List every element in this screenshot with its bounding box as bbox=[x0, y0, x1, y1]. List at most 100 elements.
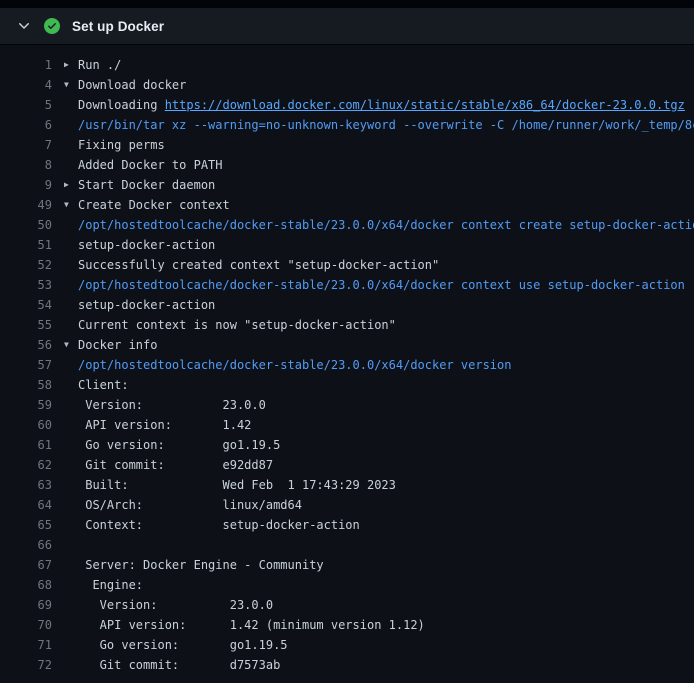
line-number[interactable]: 60 bbox=[0, 415, 52, 435]
group-arrow-spacer bbox=[64, 415, 78, 435]
log-row: 52Successfully created context "setup-do… bbox=[0, 255, 694, 275]
group-arrow-spacer bbox=[64, 535, 78, 555]
log-plain-text: setup-docker-action bbox=[78, 238, 215, 252]
line-number[interactable]: 68 bbox=[0, 575, 52, 595]
line-number[interactable]: 54 bbox=[0, 295, 52, 315]
log-row: 7 Fixing perms bbox=[0, 135, 694, 155]
log-text: Docker info bbox=[78, 335, 157, 355]
line-number[interactable]: 1 bbox=[0, 55, 52, 75]
log-text: Server: Docker Engine - Community bbox=[78, 555, 324, 575]
line-number[interactable]: 9 bbox=[0, 175, 52, 195]
log-text: Added Docker to PATH bbox=[78, 155, 223, 175]
log-text: /opt/hostedtoolcache/docker-stable/23.0.… bbox=[78, 355, 511, 375]
step-title: Set up Docker bbox=[72, 19, 164, 34]
log-plain-text: OS/Arch: linux/amd64 bbox=[78, 498, 302, 512]
log-text: Run ./ bbox=[78, 55, 121, 75]
line-number[interactable]: 52 bbox=[0, 255, 52, 275]
log-row: 66 bbox=[0, 535, 694, 555]
step-header[interactable]: Set up Docker bbox=[0, 8, 694, 45]
log-row: 62 Git commit: e92dd87 bbox=[0, 455, 694, 475]
log-text: /usr/bin/tar xz --warning=no-unknown-key… bbox=[78, 115, 694, 135]
line-number[interactable]: 6 bbox=[0, 115, 52, 135]
line-number[interactable]: 69 bbox=[0, 595, 52, 615]
group-arrow-spacer bbox=[64, 615, 78, 635]
log-row: 63 Built: Wed Feb 1 17:43:29 2023 bbox=[0, 475, 694, 495]
log-text: OS/Arch: linux/amd64 bbox=[78, 495, 302, 515]
log-plain-text: Docker info bbox=[78, 338, 157, 352]
log-row: 72 Git commit: d7573ab bbox=[0, 655, 694, 675]
line-number[interactable]: 7 bbox=[0, 135, 52, 155]
line-number[interactable]: 65 bbox=[0, 515, 52, 535]
log-text: Create Docker context bbox=[78, 195, 230, 215]
log-plain-text: API version: 1.42 (minimum version 1.12) bbox=[78, 618, 425, 632]
log-plain-text: Downloading bbox=[78, 98, 165, 112]
log-row: 64 OS/Arch: linux/amd64 bbox=[0, 495, 694, 515]
line-number[interactable]: 72 bbox=[0, 655, 52, 675]
log-text: API version: 1.42 (minimum version 1.12) bbox=[78, 615, 425, 635]
log-text: API version: 1.42 bbox=[78, 415, 251, 435]
line-number[interactable]: 63 bbox=[0, 475, 52, 495]
line-number[interactable]: 49 bbox=[0, 195, 52, 215]
line-number[interactable]: 61 bbox=[0, 435, 52, 455]
log-text: Client: bbox=[78, 375, 129, 395]
log-text: Git commit: d7573ab bbox=[78, 655, 280, 675]
log-text: Download docker bbox=[78, 75, 186, 95]
line-number[interactable]: 64 bbox=[0, 495, 52, 515]
group-arrow-spacer bbox=[64, 95, 78, 115]
log-text: Context: setup-docker-action bbox=[78, 515, 360, 535]
line-number[interactable]: 67 bbox=[0, 555, 52, 575]
group-arrow-spacer bbox=[64, 495, 78, 515]
line-number[interactable]: 62 bbox=[0, 455, 52, 475]
group-arrow-spacer bbox=[64, 235, 78, 255]
group-expanded-icon[interactable]: ▼ bbox=[64, 75, 78, 95]
line-number[interactable]: 51 bbox=[0, 235, 52, 255]
log-command-text: /opt/hostedtoolcache/docker-stable/23.0.… bbox=[78, 218, 694, 232]
log-text: Go version: go1.19.5 bbox=[78, 435, 280, 455]
log-row: 9▶Start Docker daemon bbox=[0, 175, 694, 195]
log-lines: 1▶Run ./4▼Download docker5Downloading ht… bbox=[0, 55, 694, 675]
log-plain-text: setup-docker-action bbox=[78, 298, 215, 312]
log-text: setup-docker-action bbox=[78, 235, 215, 255]
line-number[interactable]: 70 bbox=[0, 615, 52, 635]
log-plain-text: Client: bbox=[78, 378, 129, 392]
line-number[interactable]: 8 bbox=[0, 155, 52, 175]
line-number[interactable]: 55 bbox=[0, 315, 52, 335]
chevron-down-icon[interactable] bbox=[16, 18, 32, 34]
line-number[interactable]: 58 bbox=[0, 375, 52, 395]
log-text: /opt/hostedtoolcache/docker-stable/23.0.… bbox=[78, 215, 694, 235]
log-row: 71 Go version: go1.19.5 bbox=[0, 635, 694, 655]
group-arrow-spacer bbox=[64, 595, 78, 615]
group-arrow-spacer bbox=[64, 555, 78, 575]
line-number[interactable]: 4 bbox=[0, 75, 52, 95]
log-link[interactable]: https://download.docker.com/linux/static… bbox=[165, 98, 685, 112]
group-collapsed-icon[interactable]: ▶ bbox=[64, 55, 78, 75]
line-number[interactable]: 50 bbox=[0, 215, 52, 235]
log-text: /opt/hostedtoolcache/docker-stable/23.0.… bbox=[78, 275, 685, 295]
group-expanded-icon[interactable]: ▼ bbox=[64, 335, 78, 355]
log-row: 60 API version: 1.42 bbox=[0, 415, 694, 435]
log-plain-text: Download docker bbox=[78, 78, 186, 92]
line-number[interactable]: 66 bbox=[0, 535, 52, 555]
group-arrow-spacer bbox=[64, 455, 78, 475]
group-arrow-spacer bbox=[64, 355, 78, 375]
log-text: Built: Wed Feb 1 17:43:29 2023 bbox=[78, 475, 396, 495]
group-expanded-icon[interactable]: ▼ bbox=[64, 195, 78, 215]
line-number[interactable]: 53 bbox=[0, 275, 52, 295]
log-plain-text: Server: Docker Engine - Community bbox=[78, 558, 324, 572]
group-arrow-spacer bbox=[64, 515, 78, 535]
log-plain-text: API version: 1.42 bbox=[78, 418, 251, 432]
line-number[interactable]: 59 bbox=[0, 395, 52, 415]
line-number[interactable]: 57 bbox=[0, 355, 52, 375]
group-arrow-spacer bbox=[64, 135, 78, 155]
group-collapsed-icon[interactable]: ▶ bbox=[64, 175, 78, 195]
log-plain-text: Go version: go1.19.5 bbox=[78, 438, 280, 452]
log-plain-text: Version: 23.0.0 bbox=[78, 398, 266, 412]
group-arrow-spacer bbox=[64, 575, 78, 595]
log-text: Fixing perms bbox=[78, 135, 165, 155]
line-number[interactable]: 56 bbox=[0, 335, 52, 355]
line-number[interactable]: 5 bbox=[0, 95, 52, 115]
line-number[interactable]: 71 bbox=[0, 635, 52, 655]
log-row: 57/opt/hostedtoolcache/docker-stable/23.… bbox=[0, 355, 694, 375]
log-row: 8 Added Docker to PATH bbox=[0, 155, 694, 175]
log-plain-text: Context: setup-docker-action bbox=[78, 518, 360, 532]
